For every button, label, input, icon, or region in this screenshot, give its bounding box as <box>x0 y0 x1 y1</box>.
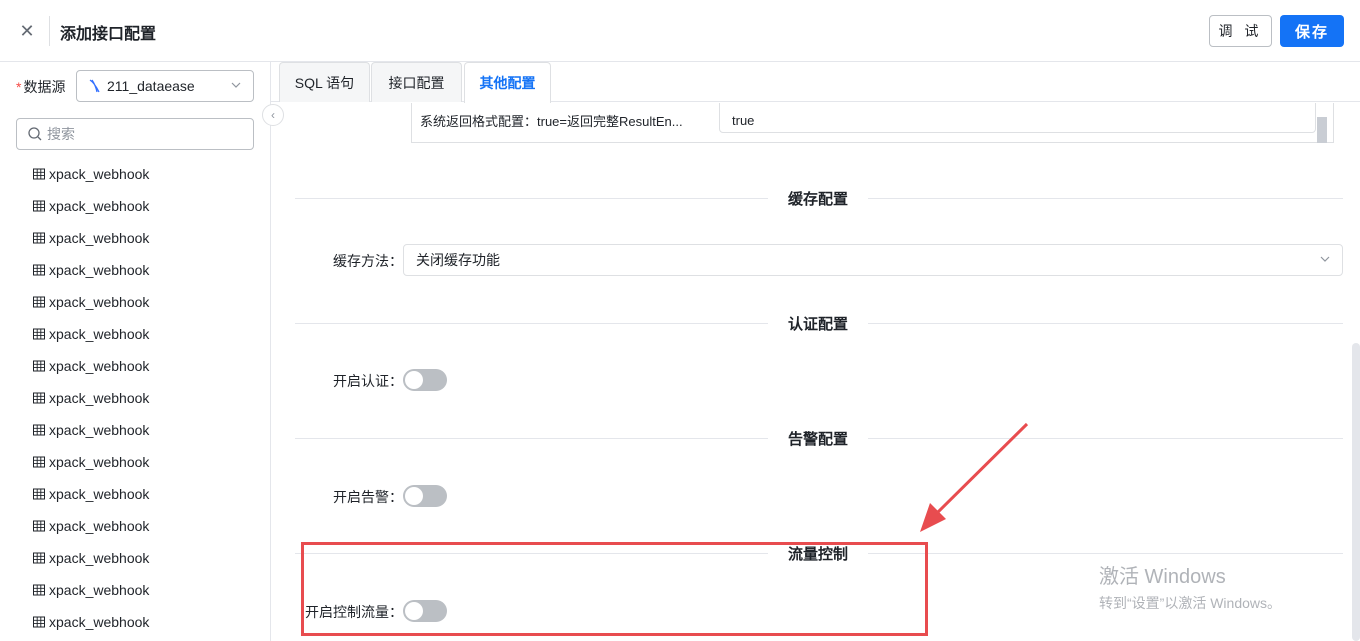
header-divider <box>49 16 50 46</box>
table-item[interactable]: xpack_webhook <box>32 254 262 286</box>
table-item-label: xpack_webhook <box>49 454 150 470</box>
chevron-down-icon <box>229 78 243 95</box>
table-item-label: xpack_webhook <box>49 390 150 406</box>
chevron-down-icon <box>1318 252 1332 269</box>
table-item-label: xpack_webhook <box>49 294 150 310</box>
table-item-label: xpack_webhook <box>49 166 150 182</box>
datasource-value: 211_dataease <box>107 78 195 94</box>
table-item[interactable]: xpack_webhook <box>32 606 262 638</box>
table-icon <box>32 327 46 341</box>
table-item-label: xpack_webhook <box>49 614 150 630</box>
switch-knob <box>405 487 423 505</box>
table-item[interactable]: xpack_webhook <box>32 158 262 190</box>
datasource-label: * 数据源 <box>16 79 66 95</box>
collapse-left-icon[interactable]: ‹ <box>262 104 284 126</box>
table-item[interactable]: xpack_webhook <box>32 446 262 478</box>
table-item-label: xpack_webhook <box>49 262 150 278</box>
table-item-label: xpack_webhook <box>49 326 150 342</box>
tab-bar: SQL 语句 接口配置 其他配置 <box>271 62 1360 103</box>
annotation-highlight-box <box>301 542 928 636</box>
table-item[interactable]: xpack_webhook <box>32 542 262 574</box>
left-panel: * 数据源 211_dataease 搜索 xpack_webhook xpack_… <box>0 62 271 641</box>
table-icon <box>32 455 46 469</box>
header: ✕ 添加接口配置 调 试 保存 <box>0 0 1360 62</box>
page-title: 添加接口配置 <box>60 26 157 43</box>
table-icon <box>32 487 46 501</box>
auth-section-title: 认证配置 <box>768 313 869 334</box>
table-item[interactable]: xpack_webhook <box>32 382 262 414</box>
return-config-table: 系统返回格式配置：true=返回完整ResultEn... true <box>411 103 1334 143</box>
datasource-select[interactable]: 211_dataease <box>76 70 254 102</box>
table-item-label: xpack_webhook <box>49 550 150 566</box>
search-icon <box>27 126 43 142</box>
table-icon <box>32 423 46 437</box>
table-icon <box>32 615 46 629</box>
tab-interface-config[interactable]: 接口配置 <box>371 62 462 102</box>
table-icon <box>32 263 46 277</box>
switch-knob <box>405 371 423 389</box>
auth-switch[interactable] <box>403 369 447 391</box>
tab-other-config[interactable]: 其他配置 <box>464 62 551 103</box>
debug-button[interactable]: 调 试 <box>1209 15 1272 47</box>
table-icon <box>32 391 46 405</box>
table-item-label: xpack_webhook <box>49 230 150 246</box>
save-button[interactable]: 保存 <box>1280 15 1344 47</box>
alert-label: 开启告警： <box>333 489 403 505</box>
table-item[interactable]: xpack_webhook <box>32 350 262 382</box>
table-list: xpack_webhook xpack_webhook xpack_webhook x… <box>32 158 262 638</box>
table-item[interactable]: xpack_webhook <box>32 478 262 510</box>
return-config-input[interactable]: true <box>719 103 1316 133</box>
table-icon <box>32 167 46 181</box>
table-icon <box>32 295 46 309</box>
close-icon[interactable]: ✕ <box>14 18 40 44</box>
cache-method-select[interactable]: 关闭缓存功能 <box>403 244 1343 276</box>
cache-method-value: 关闭缓存功能 <box>416 252 500 268</box>
table-item[interactable]: xpack_webhook <box>32 190 262 222</box>
table-item-label: xpack_webhook <box>49 582 150 598</box>
table-icon <box>32 199 46 213</box>
alert-section-title: 告警配置 <box>768 428 869 449</box>
table-item[interactable]: xpack_webhook <box>32 510 262 542</box>
table-item[interactable]: xpack_webhook <box>32 222 262 254</box>
tab-sql[interactable]: SQL 语句 <box>279 62 370 102</box>
cache-method-label: 缓存方法： <box>333 253 403 269</box>
table-item-label: xpack_webhook <box>49 486 150 502</box>
return-config-label: 系统返回格式配置：true=返回完整ResultEn... <box>420 114 683 129</box>
cache-section-title: 缓存配置 <box>768 188 869 209</box>
table-item[interactable]: xpack_webhook <box>32 318 262 350</box>
table-item-label: xpack_webhook <box>49 198 150 214</box>
table-icon <box>32 551 46 565</box>
content-scrollbar[interactable] <box>1352 343 1360 641</box>
watermark-subtitle: 转到“设置”以激活 Windows。 <box>1099 595 1282 611</box>
watermark-title: 激活 Windows <box>1099 566 1226 588</box>
table-item-label: xpack_webhook <box>49 518 150 534</box>
table-item-label: xpack_webhook <box>49 358 150 374</box>
table-item[interactable]: xpack_webhook <box>32 286 262 318</box>
search-input[interactable]: 搜索 <box>16 118 254 150</box>
auth-label: 开启认证： <box>333 373 403 389</box>
mysql-icon <box>87 78 103 94</box>
table-item[interactable]: xpack_webhook <box>32 414 262 446</box>
table-icon <box>32 583 46 597</box>
table-icon <box>32 231 46 245</box>
table-item[interactable]: xpack_webhook <box>32 574 262 606</box>
table-icon <box>32 519 46 533</box>
table-scrollbar[interactable] <box>1317 117 1327 143</box>
search-placeholder: 搜索 <box>47 126 75 142</box>
table-icon <box>32 359 46 373</box>
table-item-label: xpack_webhook <box>49 422 150 438</box>
windows-activation-watermark: 激活 Windows 转到“设置”以激活 Windows。 <box>1099 560 1281 613</box>
alert-switch[interactable] <box>403 485 447 507</box>
